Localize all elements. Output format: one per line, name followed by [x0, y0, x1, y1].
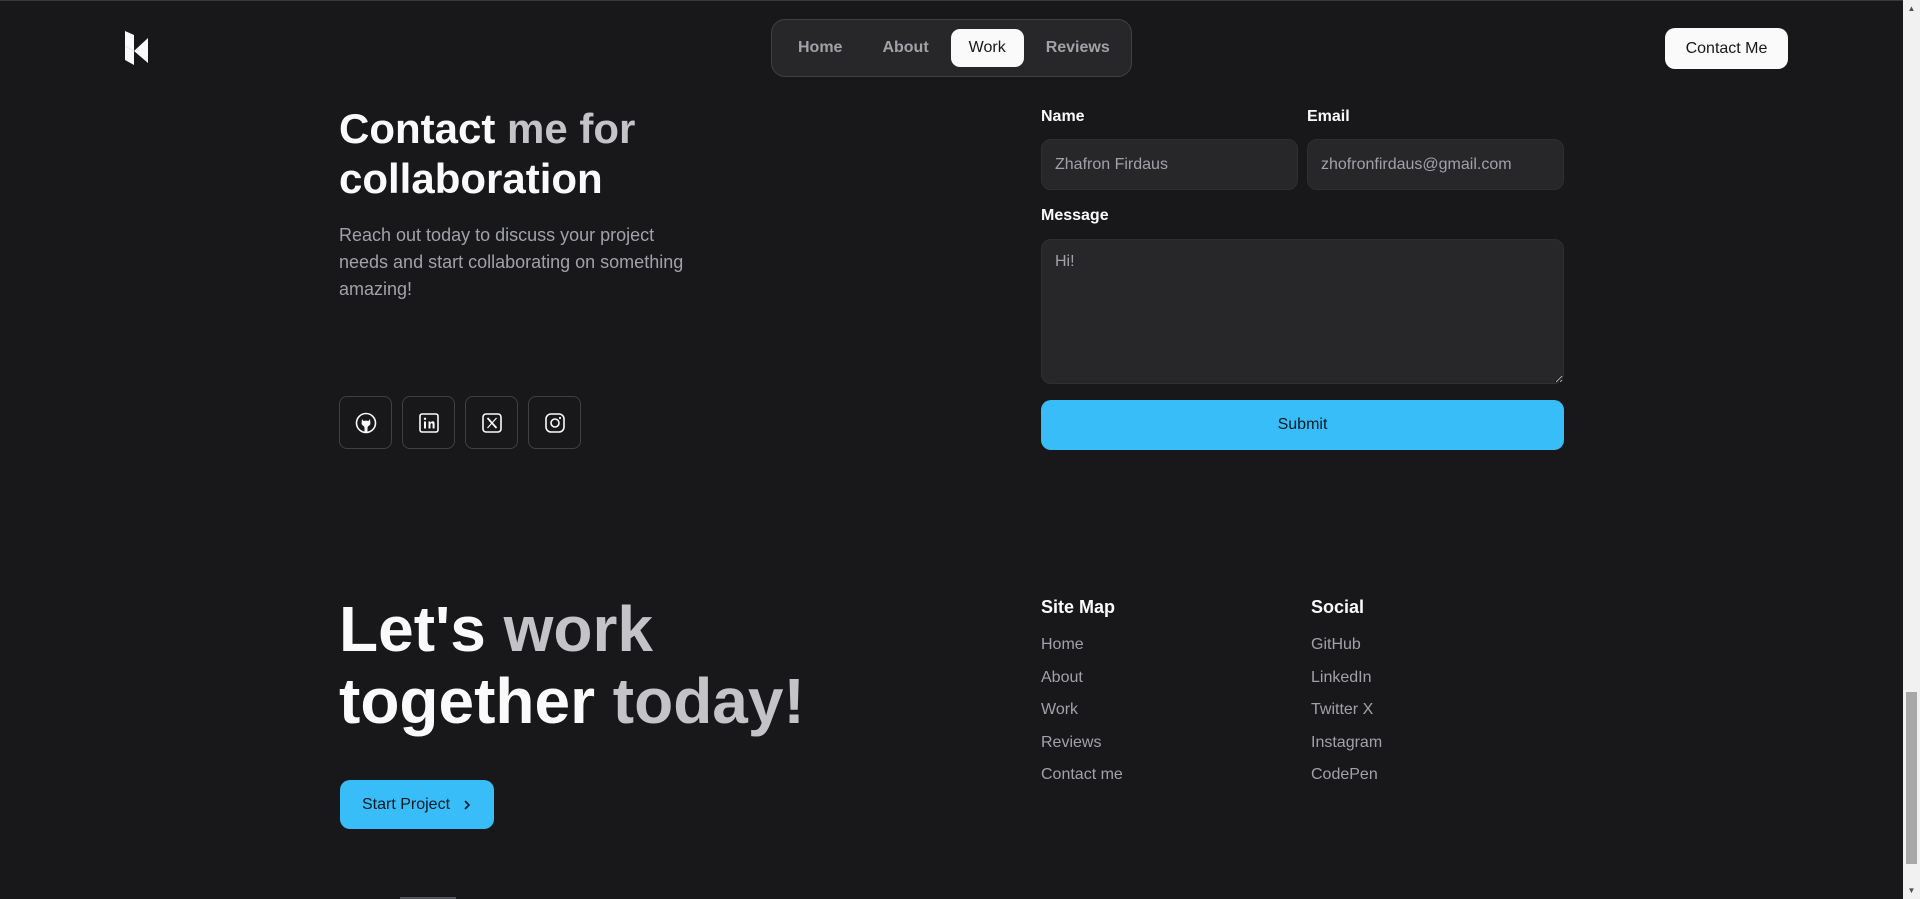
contact-description: Reach out today to discuss your project … — [339, 225, 684, 299]
social-link-instagram[interactable]: Instagram — [1311, 727, 1382, 760]
social-list: GitHub LinkedIn Twitter X Instagram Code… — [1311, 629, 1382, 792]
email-field[interactable] — [1307, 139, 1564, 190]
sitemap-link-about[interactable]: About — [1041, 662, 1123, 695]
email-label: Email — [1307, 108, 1350, 125]
github-icon[interactable] — [339, 396, 392, 449]
cta-heading: Let's work together today! — [339, 593, 899, 737]
sitemap-link-work[interactable]: Work — [1041, 694, 1123, 727]
start-project-button[interactable]: Start Project — [340, 780, 494, 829]
nav-work[interactable]: Work — [950, 29, 1024, 67]
social-link-github[interactable]: GitHub — [1311, 629, 1382, 662]
submit-button[interactable]: Submit — [1041, 400, 1564, 450]
social-links — [339, 396, 581, 449]
cta-line2-strong: together — [339, 665, 613, 737]
sitemap-heading: Site Map — [1041, 597, 1116, 617]
scroll-up-arrow-icon[interactable]: ▲ — [1903, 0, 1920, 17]
nav-home[interactable]: Home — [780, 29, 860, 67]
social-heading: Social — [1311, 597, 1365, 617]
contact-me-button[interactable]: Contact Me — [1665, 28, 1788, 69]
scroll-down-arrow-icon[interactable]: ▼ — [1903, 882, 1920, 899]
x-icon[interactable] — [465, 396, 518, 449]
contact-heading-line2: collaboration — [339, 155, 603, 202]
main-nav: Home About Work Reviews — [771, 19, 1132, 77]
contact-heading-strong: Contact — [339, 105, 507, 152]
message-label: Message — [1041, 207, 1109, 224]
sitemap-link-reviews[interactable]: Reviews — [1041, 727, 1123, 760]
sitemap-link-contact[interactable]: Contact me — [1041, 759, 1123, 792]
name-label: Name — [1041, 108, 1085, 125]
social-link-codepen[interactable]: CodePen — [1311, 759, 1382, 792]
nav-reviews[interactable]: Reviews — [1028, 29, 1128, 67]
top-border — [0, 0, 1903, 1]
contact-heading-muted: me for — [507, 105, 636, 152]
brand-logo-icon[interactable] — [124, 29, 150, 67]
cta-line1-strong: Let's — [339, 593, 504, 665]
cta-line2-muted: today! — [612, 665, 805, 737]
start-project-label: Start Project — [361, 795, 451, 813]
instagram-icon[interactable] — [528, 396, 581, 449]
social-link-linkedin[interactable]: LinkedIn — [1311, 662, 1382, 695]
cta-line1-muted: work — [503, 593, 653, 665]
scrollbar-thumb[interactable] — [1906, 692, 1917, 864]
linkedin-icon[interactable] — [402, 396, 455, 449]
chevron-right-icon — [464, 799, 471, 810]
name-field[interactable] — [1041, 139, 1298, 190]
sitemap-link-home[interactable]: Home — [1041, 629, 1123, 662]
sitemap-list: Home About Work Reviews Contact me — [1041, 629, 1123, 792]
contact-heading: Contact me for collaboration — [339, 104, 839, 204]
message-field[interactable]: Hi! — [1041, 239, 1564, 384]
social-link-twitter[interactable]: Twitter X — [1311, 694, 1382, 727]
nav-about[interactable]: About — [864, 29, 946, 67]
